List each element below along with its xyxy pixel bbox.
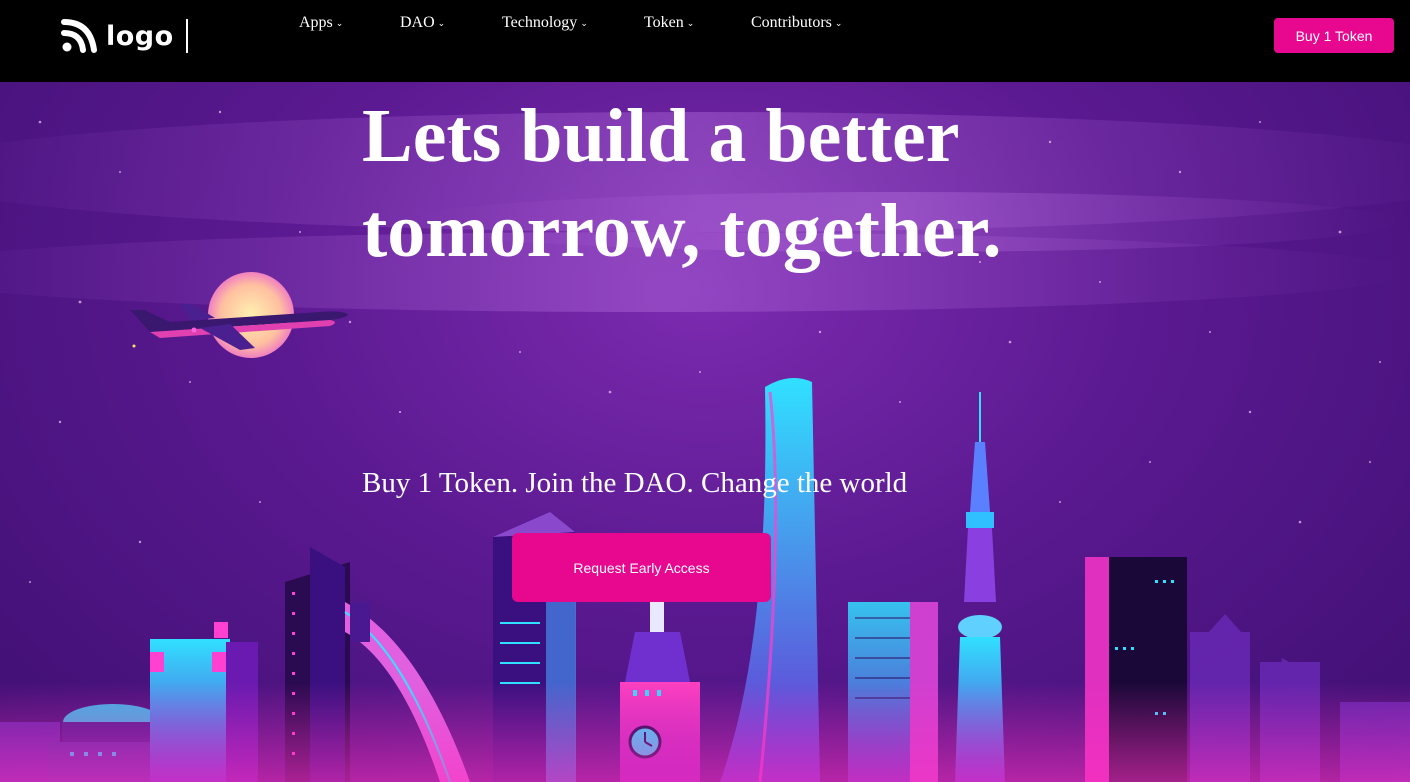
menu-contributors-label: Contributors xyxy=(751,14,832,31)
menu-token[interactable]: Token ⌄ xyxy=(644,14,694,32)
headline-line-1: Lets build a better xyxy=(362,94,960,178)
menu-apps[interactable]: Apps ⌄ xyxy=(299,14,343,32)
buy-token-button[interactable]: Buy 1 Token xyxy=(1274,18,1394,53)
menu-contributors[interactable]: Contributors ⌄ xyxy=(751,14,842,32)
chevron-down-icon: ⌄ xyxy=(580,17,588,28)
chevron-down-icon: ⌄ xyxy=(335,17,344,28)
menu-apps-label: Apps xyxy=(299,14,333,31)
menu-dao-label: DAO xyxy=(400,14,435,31)
menu-dao[interactable]: DAO ⌄ xyxy=(400,14,445,32)
site-logo[interactable]: logo xyxy=(60,18,188,54)
logo-divider xyxy=(185,19,188,53)
headline-line-2: tomorrow, together. xyxy=(362,189,1002,273)
hero-section: Lets build a better tomorrow, together. … xyxy=(0,82,1410,782)
chevron-down-icon: ⌄ xyxy=(686,17,695,28)
menu-technology[interactable]: Technology ⌄ xyxy=(502,14,588,32)
menu-token-label: Token xyxy=(644,14,684,31)
hero-headline: Lets build a better tomorrow, together. xyxy=(362,89,1122,279)
menu-technology-label: Technology xyxy=(502,14,578,31)
chevron-down-icon: ⌄ xyxy=(437,17,446,28)
top-navbar: logo Apps ⌄ DAO ⌄ Technology ⌄ Token ⌄ Contr… xyxy=(0,0,1410,82)
rss-logo-icon xyxy=(61,19,97,53)
request-early-access-button[interactable]: Request Early Access xyxy=(512,533,771,602)
chevron-down-icon: ⌄ xyxy=(834,17,843,28)
logo-text: logo xyxy=(106,20,174,52)
hero-subline: Buy 1 Token. Join the DAO. Change the wo… xyxy=(362,467,908,499)
